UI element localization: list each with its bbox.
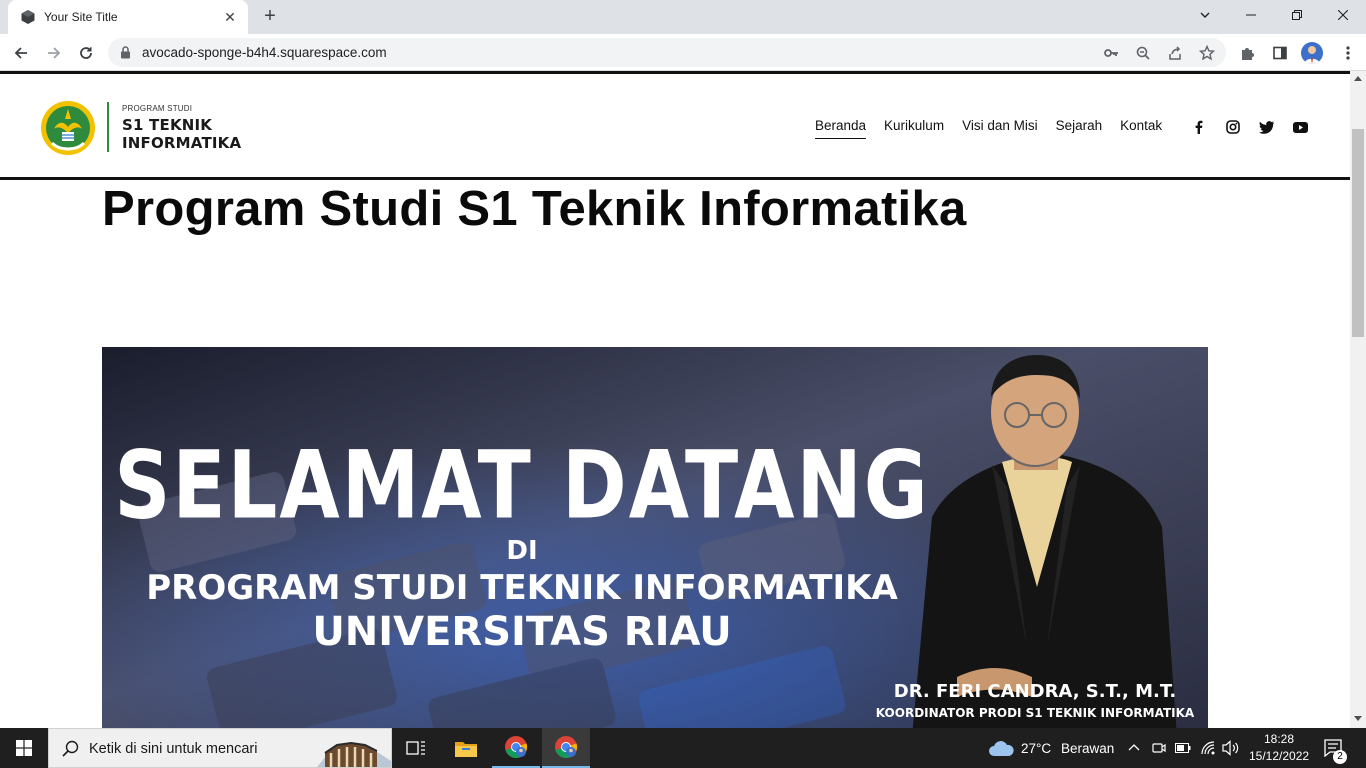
browser-tab-strip: Your Site Title ✕ + (0, 0, 1366, 34)
search-icon (62, 740, 79, 757)
tab-search-button[interactable] (1182, 0, 1228, 30)
page-title: Program Studi S1 Teknik Informatika (102, 182, 967, 236)
twitter-icon[interactable] (1258, 119, 1274, 135)
clock-time[interactable]: 18:28 (1264, 732, 1294, 746)
restore-button[interactable] (1274, 0, 1320, 30)
extensions-button[interactable] (1236, 41, 1260, 65)
logo-line-2: INFORMATIKA (122, 134, 242, 152)
site-header: PROGRAM STUDI S1 TEKNIK INFORMATIKA Bera… (0, 74, 1350, 180)
chevron-up-icon[interactable] (1128, 743, 1140, 751)
logo-small-text: PROGRAM STUDI (122, 104, 193, 113)
weather-description[interactable]: Berawan (1061, 741, 1114, 756)
banner-line-2: UNIVERSITAS RIAU (312, 609, 731, 655)
chevron-down-icon (1200, 12, 1210, 18)
site-favicon-icon (21, 10, 35, 24)
banner-background: SELAMAT DATANG DI PROGRAM STUDI TEKNIK I… (102, 347, 1208, 728)
browser-tab[interactable]: Your Site Title ✕ (8, 0, 248, 34)
banner-line-1: PROGRAM STUDI TEKNIK INFORMATIKA (146, 568, 898, 608)
welcome-banner-image: SELAMAT DATANG DI PROGRAM STUDI TEKNIK I… (102, 347, 1208, 728)
file-explorer-button[interactable] (442, 728, 490, 768)
banner-heading: SELAMAT DATANG (114, 432, 930, 541)
chrome-icon (555, 736, 578, 759)
puzzle-icon (1242, 48, 1254, 60)
tab-close-icon[interactable]: ✕ (222, 9, 238, 26)
youtube-icon[interactable] (1292, 119, 1308, 135)
bookmark-star-icon[interactable] (1198, 44, 1216, 62)
web-page: PROGRAM STUDI S1 TEKNIK INFORMATIKA Bera… (0, 71, 1350, 728)
scroll-up-icon[interactable] (1354, 75, 1362, 81)
nav-item-sejarah[interactable]: Sejarah (1056, 118, 1103, 139)
reload-icon (80, 47, 92, 59)
tab-title: Your Site Title (44, 10, 118, 24)
logo-divider (107, 102, 109, 152)
university-emblem-icon[interactable] (40, 99, 96, 157)
facebook-icon[interactable] (1191, 119, 1207, 135)
task-view-button[interactable] (392, 728, 440, 768)
search-highlight-illustration (317, 741, 391, 767)
volume-icon[interactable] (1222, 740, 1240, 756)
chrome-menu-button[interactable] (1336, 41, 1360, 65)
chrome-icon (505, 736, 528, 759)
browser-toolbar: avocado-sponge-b4h4.squarespace.com (0, 34, 1366, 71)
cloudy-weather-icon[interactable] (988, 740, 1014, 756)
share-icon[interactable] (1166, 44, 1184, 62)
url-text: avocado-sponge-b4h4.squarespace.com (142, 45, 387, 60)
side-panel-icon (1273, 46, 1287, 60)
lock-icon (121, 46, 130, 59)
minimize-button[interactable] (1228, 0, 1274, 30)
nav-item-kurikulum[interactable]: Kurikulum (884, 118, 944, 139)
side-panel-button[interactable] (1268, 41, 1292, 65)
instagram-icon[interactable] (1225, 119, 1241, 135)
meet-now-icon[interactable] (1152, 741, 1166, 755)
search-placeholder: Ketik di sini untuk mencari (89, 741, 258, 757)
task-view-icon (406, 741, 425, 755)
arrow-left-icon (14, 47, 27, 59)
folder-icon (455, 742, 477, 757)
notification-badge: 2 (1333, 750, 1347, 764)
weather-temperature[interactable]: 27°C (1021, 741, 1051, 756)
scrollbar-thumb[interactable] (1352, 129, 1364, 337)
chrome-taskbar-button-1[interactable] (492, 728, 540, 768)
wifi-icon[interactable] (1200, 740, 1216, 756)
restore-icon (1292, 10, 1302, 20)
coordinator-title: KOORDINATOR PRODI S1 TEKNIK INFORMATIKA (876, 706, 1195, 720)
address-bar[interactable]: avocado-sponge-b4h4.squarespace.com (108, 38, 1226, 67)
windows-taskbar: Ketik di sini untuk mencari 27°C Berawan… (0, 728, 1366, 768)
taskbar-search-box[interactable]: Ketik di sini untuk mencari (48, 728, 392, 768)
minimize-icon (1246, 14, 1256, 16)
new-tab-button[interactable]: + (258, 5, 282, 29)
password-key-icon[interactable] (1102, 44, 1120, 62)
forward-button[interactable] (42, 41, 66, 65)
nav-item-kontak[interactable]: Kontak (1120, 118, 1162, 139)
battery-icon[interactable] (1175, 743, 1191, 753)
page-scrollbar[interactable] (1350, 71, 1366, 728)
kebab-menu-icon (1346, 46, 1350, 60)
scroll-down-icon[interactable] (1354, 716, 1362, 722)
coordinator-name: DR. FERI CANDRA, S.T., M.T. (894, 681, 1176, 702)
close-window-button[interactable] (1320, 0, 1366, 30)
banner-di: DI (506, 536, 537, 566)
nav-item-beranda[interactable]: Beranda (815, 118, 867, 139)
profile-avatar[interactable] (1301, 42, 1323, 64)
close-icon (1338, 10, 1348, 20)
nav-item-visi-dan-misi[interactable]: Visi dan Misi (962, 118, 1038, 139)
windows-logo-icon (16, 740, 32, 756)
start-button[interactable] (0, 728, 48, 768)
reload-button[interactable] (74, 41, 98, 65)
zoom-icon[interactable] (1134, 44, 1152, 62)
logo-line-1: S1 TEKNIK (122, 116, 213, 134)
back-button[interactable] (9, 41, 33, 65)
arrow-right-icon (48, 47, 61, 59)
chrome-taskbar-button-2[interactable] (542, 728, 590, 768)
clock-date[interactable]: 15/12/2022 (1249, 749, 1309, 763)
main-navigation: Beranda Kurikulum Visi dan Misi Sejarah … (815, 118, 1162, 139)
